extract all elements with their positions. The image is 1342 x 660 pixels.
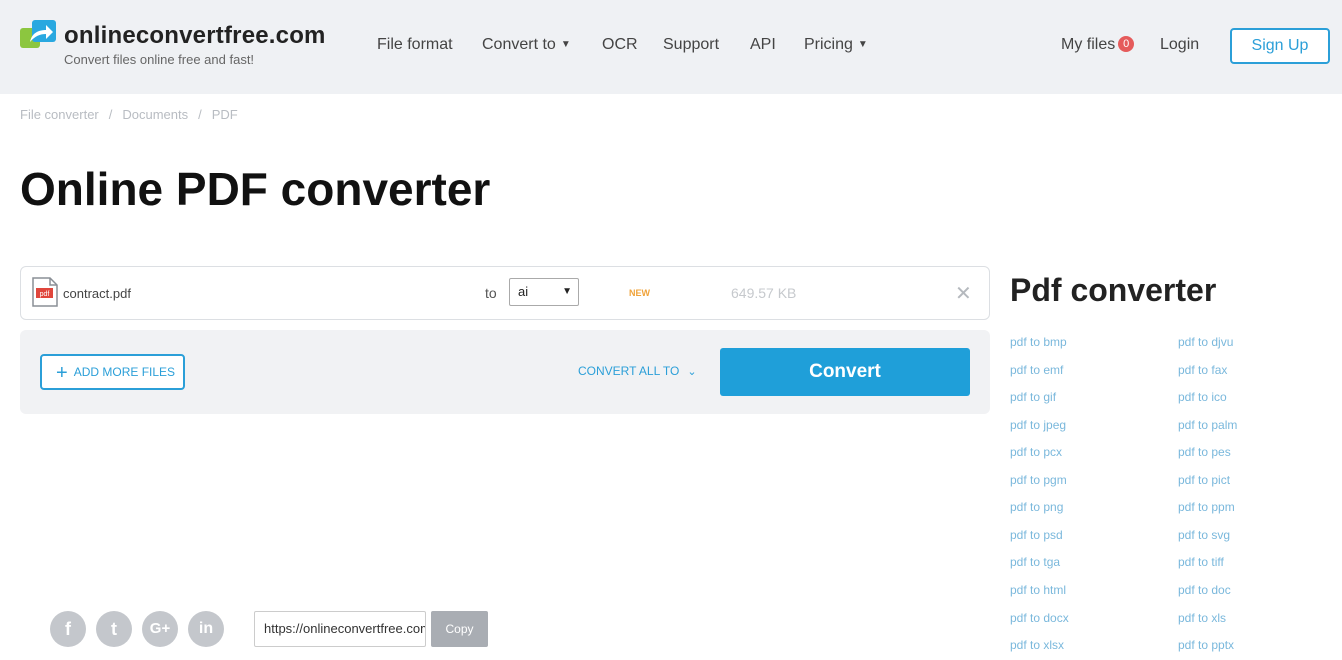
to-label: to bbox=[485, 285, 497, 301]
nav-pricing[interactable]: Pricing ▼ bbox=[804, 36, 868, 54]
signup-button[interactable]: Sign Up bbox=[1230, 28, 1330, 64]
logo-icon[interactable] bbox=[20, 20, 56, 50]
logo-tagline: Convert files online free and fast! bbox=[64, 52, 255, 67]
my-files-link[interactable]: My files 0 bbox=[1061, 36, 1135, 54]
share-url-input[interactable]: https://onlineconvertfree.com/ bbox=[254, 611, 426, 647]
sidebar-link[interactable]: pdf to doc bbox=[1178, 583, 1231, 597]
chevron-down-icon: ⌄ bbox=[687, 366, 697, 378]
nav-file-format-label: File format bbox=[377, 36, 453, 53]
nav-support[interactable]: Support bbox=[663, 36, 719, 54]
actions-panel: + ADD MORE FILES CONVERT ALL TO ⌄ Convert bbox=[20, 330, 990, 414]
sidebar-link[interactable]: pdf to ico bbox=[1178, 390, 1227, 404]
twitter-icon[interactable]: t bbox=[96, 611, 132, 647]
convert-all-dropdown[interactable]: CONVERT ALL TO ⌄ bbox=[578, 364, 697, 378]
add-more-files-button[interactable]: + ADD MORE FILES bbox=[40, 354, 185, 390]
convert-button[interactable]: Convert bbox=[720, 348, 970, 396]
sidebar-link[interactable]: pdf to tga bbox=[1010, 555, 1060, 569]
breadcrumb-separator: / bbox=[198, 107, 202, 122]
sidebar-link[interactable]: pdf to djvu bbox=[1178, 335, 1233, 349]
chevron-down-icon: ▼ bbox=[562, 286, 572, 297]
sidebar-title: Pdf converter bbox=[1010, 272, 1217, 308]
facebook-icon[interactable]: f bbox=[50, 611, 86, 647]
my-files-label: My files bbox=[1061, 36, 1116, 53]
my-files-count-badge: 0 bbox=[1118, 36, 1135, 52]
nav-ocr[interactable]: OCR bbox=[602, 36, 638, 54]
google-plus-icon[interactable]: G+ bbox=[142, 611, 178, 647]
plus-icon: + bbox=[56, 362, 68, 384]
sidebar-link[interactable]: pdf to xlsx bbox=[1010, 638, 1064, 652]
sidebar-link[interactable]: pdf to html bbox=[1010, 583, 1066, 597]
sidebar-link[interactable]: pdf to pict bbox=[1178, 473, 1230, 487]
nav-support-label: Support bbox=[663, 36, 720, 53]
nav-api[interactable]: API bbox=[750, 36, 776, 54]
breadcrumb-item-file-converter[interactable]: File converter bbox=[20, 107, 99, 122]
linkedin-icon[interactable]: in bbox=[188, 611, 224, 647]
file-row: pdf contract.pdf to ai ▼ NEW 649.57 KB ✕ bbox=[20, 266, 990, 320]
sidebar-link[interactable]: pdf to pptx bbox=[1178, 638, 1234, 652]
chevron-down-icon: ▼ bbox=[560, 39, 571, 50]
convert-all-label: CONVERT ALL TO bbox=[578, 364, 680, 378]
breadcrumb-item-documents[interactable]: Documents bbox=[122, 107, 188, 122]
copy-button[interactable]: Copy bbox=[431, 611, 488, 647]
pdf-file-icon: pdf bbox=[32, 277, 58, 307]
site-header: onlineconvertfree.com Convert files onli… bbox=[0, 0, 1342, 94]
logo-title[interactable]: onlineconvertfree.com bbox=[64, 22, 326, 50]
chevron-down-icon: ▼ bbox=[857, 39, 868, 50]
sidebar-link[interactable]: pdf to pes bbox=[1178, 445, 1231, 459]
sidebar-link[interactable]: pdf to psd bbox=[1010, 528, 1063, 542]
sidebar-link[interactable]: pdf to pcx bbox=[1010, 445, 1062, 459]
remove-file-close-icon[interactable]: ✕ bbox=[955, 281, 972, 306]
nav-convert-to[interactable]: Convert to ▼ bbox=[482, 36, 571, 54]
nav-api-label: API bbox=[750, 36, 776, 53]
sidebar-link[interactable]: pdf to svg bbox=[1178, 528, 1230, 542]
target-format-value: ai bbox=[518, 284, 529, 299]
breadcrumb-separator: / bbox=[108, 107, 113, 122]
target-format-select[interactable]: ai ▼ bbox=[509, 278, 579, 306]
file-name: contract.pdf bbox=[63, 286, 131, 301]
nav-pricing-label: Pricing bbox=[804, 36, 853, 53]
new-badge: NEW bbox=[629, 288, 650, 298]
nav-ocr-label: OCR bbox=[602, 36, 638, 53]
breadcrumb-item-pdf: PDF bbox=[211, 107, 238, 122]
sidebar-link[interactable]: pdf to emf bbox=[1010, 363, 1063, 377]
sidebar-link[interactable]: pdf to jpeg bbox=[1010, 418, 1066, 432]
sidebar-link[interactable]: pdf to tiff bbox=[1178, 555, 1224, 569]
login-link[interactable]: Login bbox=[1160, 36, 1199, 54]
file-size: 649.57 KB bbox=[731, 285, 797, 301]
sidebar-link[interactable]: pdf to docx bbox=[1010, 611, 1069, 625]
pdf-icon-label: pdf bbox=[40, 291, 50, 298]
sidebar-link[interactable]: pdf to fax bbox=[1178, 363, 1227, 377]
nav-file-format[interactable]: File format bbox=[377, 36, 453, 54]
nav-convert-to-label: Convert to bbox=[482, 36, 556, 53]
breadcrumb: File converter / Documents / PDF bbox=[20, 107, 238, 122]
sidebar-link[interactable]: pdf to xls bbox=[1178, 611, 1226, 625]
sidebar-link[interactable]: pdf to gif bbox=[1010, 390, 1056, 404]
sidebar-link[interactable]: pdf to png bbox=[1010, 500, 1063, 514]
page-title: Online PDF converter bbox=[20, 163, 491, 215]
sidebar-link[interactable]: pdf to bmp bbox=[1010, 335, 1067, 349]
add-more-files-label: ADD MORE FILES bbox=[73, 365, 176, 379]
sidebar-link[interactable]: pdf to ppm bbox=[1178, 500, 1235, 514]
sidebar-link[interactable]: pdf to palm bbox=[1178, 418, 1237, 432]
sidebar-link[interactable]: pdf to pgm bbox=[1010, 473, 1067, 487]
